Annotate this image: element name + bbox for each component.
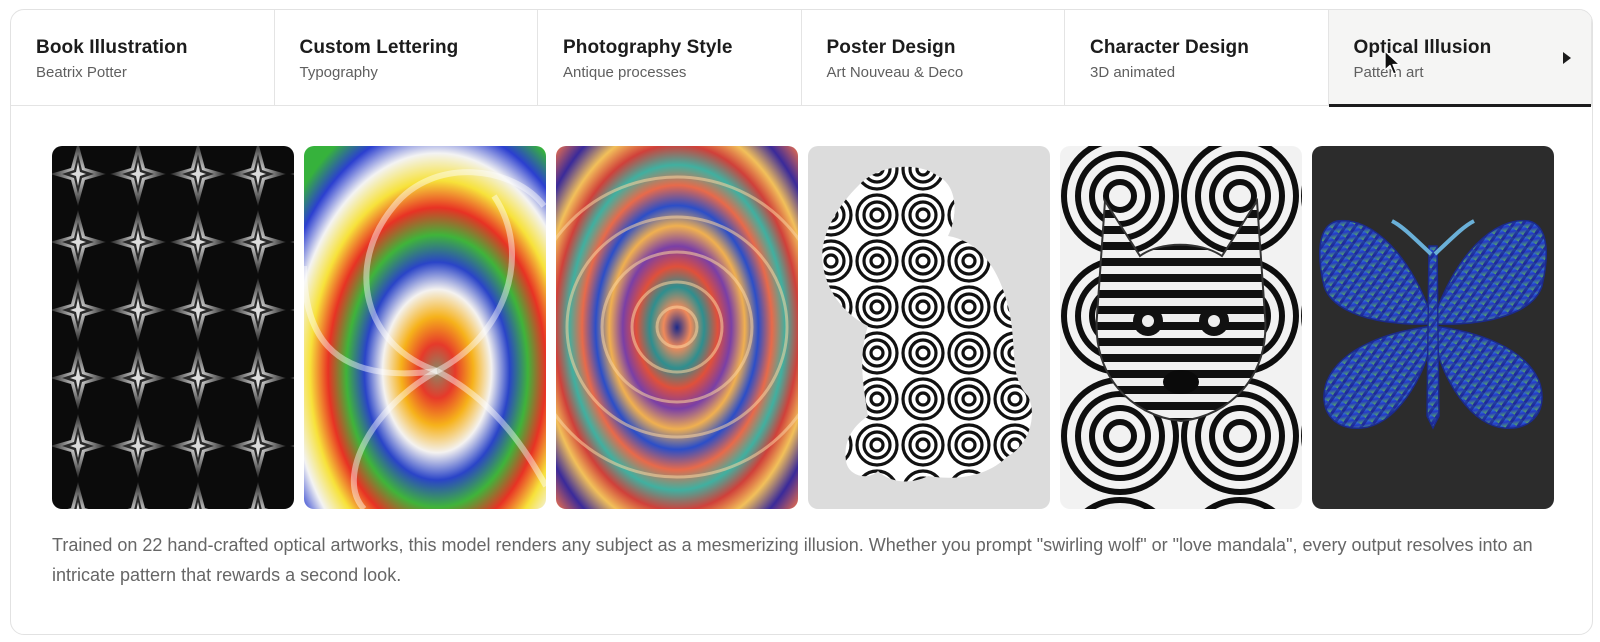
style-description: Trained on 22 hand-crafted optical artwo… [52,535,1533,585]
geometric-star-pattern-image[interactable] [52,146,294,509]
style-showcase-card: Book Illustration Beatrix Potter Custom … [10,9,1593,635]
tab-photography-style[interactable]: Photography Style Antique processes [538,10,802,106]
tab-title: Book Illustration [36,37,188,58]
triangle-right-icon [1563,52,1571,64]
tab-subtitle: Typography [299,64,378,81]
example-gallery [52,146,1554,509]
tab-title: Character Design [1090,37,1249,58]
tabs-next-button[interactable] [1557,48,1577,68]
spiral-wolf-image[interactable] [1060,146,1302,509]
spiral-dog-image[interactable] [808,146,1050,509]
tab-custom-lettering[interactable]: Custom Lettering Typography [275,10,538,106]
tab-title: Photography Style [563,37,733,58]
style-tabs: Book Illustration Beatrix Potter Custom … [11,10,1592,107]
tab-book-illustration[interactable]: Book Illustration Beatrix Potter [11,10,275,106]
tab-poster-design[interactable]: Poster Design Art Nouveau & Deco [802,10,1065,106]
tab-subtitle: Pattern art [1353,64,1424,81]
heart-mandala-image[interactable] [556,146,798,509]
tab-subtitle: 3D animated [1090,64,1176,81]
tab-title: Custom Lettering [299,37,459,58]
tab-subtitle: Antique processes [563,64,687,81]
tab-subtitle: Art Nouveau & Deco [826,64,964,81]
tab-title: Poster Design [826,37,956,58]
rainbow-spiral-image[interactable] [304,146,546,509]
tab-subtitle: Beatrix Potter [36,64,127,81]
tab-title: Optical Illusion [1353,37,1492,58]
tab-optical-illusion[interactable]: Optical Illusion Pattern art [1328,10,1592,107]
tab-character-design[interactable]: Character Design 3D animated [1065,10,1329,106]
butterfly-moire-image[interactable] [1312,146,1554,509]
